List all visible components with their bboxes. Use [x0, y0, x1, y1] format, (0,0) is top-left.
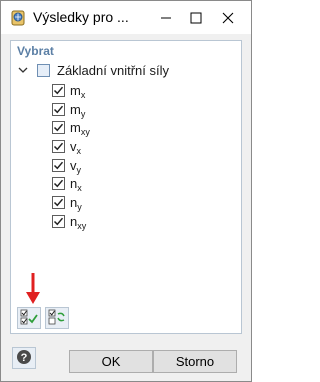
toggle-selection-icon [48, 309, 66, 328]
item-checkbox[interactable] [52, 195, 65, 209]
list-item[interactable]: m xy [52, 118, 90, 137]
item-label: nx [70, 176, 82, 194]
parent-label: Základní vnitřní síly [57, 62, 169, 78]
list-item[interactable]: nx [52, 174, 90, 193]
app-globe-icon [9, 9, 27, 27]
parent-checkbox[interactable] [37, 63, 50, 77]
help-icon: ? [16, 349, 32, 368]
item-checkbox[interactable] [52, 83, 65, 97]
checkbox-list: mx my m xy vx vy nx n y n xy [52, 81, 90, 231]
item-checkbox[interactable] [52, 139, 65, 153]
item-label: vx [70, 138, 81, 156]
maximize-button[interactable] [179, 1, 213, 34]
help-button[interactable]: ? [12, 347, 36, 369]
item-label: n xy [70, 213, 87, 231]
toggle-selection-button[interactable] [45, 307, 69, 329]
ok-button[interactable]: OK [69, 350, 153, 373]
item-checkbox[interactable] [52, 102, 65, 116]
selection-panel: Vybrat Základní vnitřní síly mx my mxy [10, 40, 242, 334]
title-bar: Výsledky pro ... [1, 1, 251, 34]
minimize-button[interactable] [149, 1, 183, 34]
item-label: mx [70, 82, 86, 100]
list-item[interactable]: n xy [52, 212, 90, 231]
item-label: vy [70, 157, 81, 175]
group-title: Vybrat [17, 44, 54, 58]
dialog-window: Výsledky pro ... Vybrat Základní vnitřní… [0, 0, 252, 382]
cancel-button[interactable]: Storno [153, 350, 237, 373]
item-checkbox[interactable] [52, 177, 65, 191]
list-item[interactable]: vy [52, 156, 90, 175]
list-item[interactable]: ny [52, 193, 90, 212]
check-all-icon [20, 309, 38, 328]
close-button[interactable] [211, 1, 245, 34]
item-checkbox[interactable] [52, 214, 65, 228]
item-checkbox[interactable] [52, 121, 65, 135]
item-label: m xy [70, 120, 90, 138]
item-label: ny [70, 194, 82, 212]
window-title: Výsledky pro ... [33, 9, 129, 25]
item-checkbox[interactable] [52, 158, 65, 172]
check-all-button[interactable] [17, 307, 41, 329]
tree-parent-row[interactable]: Základní vnitřní síly [17, 62, 169, 78]
list-item[interactable]: my [52, 100, 90, 119]
item-label: my [70, 101, 86, 119]
svg-text:?: ? [21, 352, 28, 364]
chevron-down-icon[interactable] [17, 64, 29, 76]
list-item[interactable]: vx [52, 137, 90, 156]
list-item[interactable]: mx [52, 81, 90, 100]
red-arrow-icon [25, 273, 41, 308]
